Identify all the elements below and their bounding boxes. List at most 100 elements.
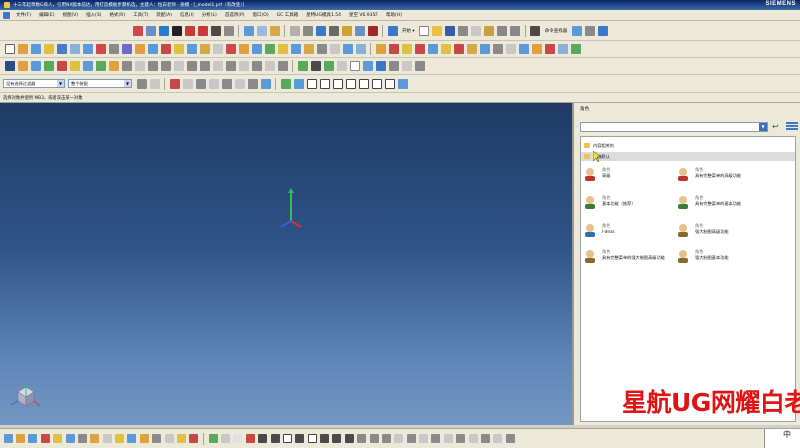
cut-icon[interactable] (458, 25, 469, 36)
dimension-icon[interactable] (468, 434, 478, 443)
pattern-sketch-icon[interactable] (419, 434, 429, 443)
trimmed-sheet-icon[interactable] (173, 61, 184, 71)
hole-icon[interactable] (43, 44, 54, 54)
fillet-chain-icon[interactable] (443, 434, 453, 443)
bounded-plane-icon[interactable] (134, 61, 145, 71)
through-curves-icon[interactable] (69, 61, 80, 71)
label-chamfer-icon[interactable] (557, 44, 568, 54)
view-icon[interactable] (132, 25, 143, 36)
mirror-icon[interactable] (303, 44, 314, 54)
split-body-icon[interactable] (186, 44, 197, 54)
design-elements-icon[interactable] (189, 434, 199, 443)
undo-icon[interactable] (497, 25, 508, 36)
edge-blend-icon[interactable] (199, 44, 210, 54)
matching-edge-icon[interactable] (264, 61, 275, 71)
wave-link-icon[interactable] (102, 434, 112, 443)
delete-face-icon[interactable] (401, 44, 412, 54)
ruled-icon[interactable] (56, 61, 67, 71)
datum-plane-icon[interactable] (30, 61, 41, 71)
paste-icon[interactable] (484, 25, 495, 36)
paste-face-icon[interactable] (453, 44, 464, 54)
render-icon[interactable] (184, 25, 195, 36)
reset-filters-icon[interactable] (149, 78, 160, 89)
quick-extend-icon[interactable] (369, 434, 379, 443)
wcs-icon[interactable] (243, 25, 254, 36)
menu-preferences[interactable]: 首选项(P) (221, 12, 249, 18)
make-corner-icon[interactable] (381, 434, 391, 443)
replace-component-icon[interactable] (127, 434, 137, 443)
sketch-rectangle-icon[interactable] (307, 434, 317, 443)
extrude-icon[interactable] (17, 44, 28, 54)
layer-icon[interactable] (223, 25, 234, 36)
datum-csys-icon[interactable] (4, 61, 15, 71)
role-search-dropdown[interactable]: ▼ (580, 122, 768, 132)
mirror-assembly-icon[interactable] (53, 434, 63, 443)
shaded-icon[interactable] (171, 25, 182, 36)
studio-surface-icon[interactable] (147, 61, 158, 71)
exploded-views-icon[interactable] (77, 434, 87, 443)
product-interface-icon[interactable] (176, 434, 186, 443)
variational-sweep-icon[interactable] (108, 61, 119, 71)
start-menu-button[interactable]: 开始 ▾ (402, 28, 415, 34)
general-selection-filter-icon[interactable] (136, 78, 147, 89)
boss-icon[interactable] (56, 44, 67, 54)
menu-edit[interactable]: 编辑(E) (35, 12, 58, 18)
back-arrow-icon[interactable]: ↩ (772, 123, 779, 131)
pocket-icon[interactable] (69, 44, 80, 54)
move-component-icon[interactable] (40, 434, 50, 443)
sketch-constraint-icon[interactable] (208, 434, 218, 443)
menu-gc-toolkit[interactable]: GC 工具箱 (273, 12, 303, 18)
trim-body-icon[interactable] (173, 44, 184, 54)
n-sided-icon[interactable] (121, 61, 132, 71)
sketch-spline-icon[interactable] (344, 434, 354, 443)
menu-help[interactable]: 帮助(H) (382, 12, 406, 18)
law-extension-icon[interactable] (199, 61, 210, 71)
menu-view[interactable]: 视图(V) (58, 12, 82, 18)
menu-file[interactable]: 文件(F) (12, 12, 35, 18)
move-icon[interactable] (269, 25, 280, 36)
type-filter-dropdown[interactable]: 没有选择过滤器 ▼ (3, 79, 65, 88)
mirror-face-icon[interactable] (466, 44, 477, 54)
customize-icon[interactable] (584, 25, 595, 36)
copy-face-icon[interactable] (427, 44, 438, 54)
info-icon[interactable] (315, 25, 326, 36)
sketch-polygon-icon[interactable] (320, 434, 330, 443)
untrim-icon[interactable] (212, 61, 223, 71)
derived-line-icon[interactable] (431, 434, 441, 443)
feature-curves-icon[interactable] (195, 78, 206, 89)
grid-snap-icon[interactable] (221, 434, 231, 443)
bridge-curve-icon[interactable] (388, 61, 399, 71)
section-icon[interactable] (210, 25, 221, 36)
measure-icon[interactable] (302, 25, 313, 36)
thicken-icon[interactable] (251, 44, 262, 54)
snap-icon[interactable] (289, 25, 300, 36)
cut-face-icon[interactable] (440, 44, 451, 54)
pad-icon[interactable] (82, 44, 93, 54)
help-icon[interactable] (597, 25, 608, 36)
new-parent-icon[interactable] (139, 434, 149, 443)
subtract-icon[interactable] (147, 44, 158, 54)
orient-icon[interactable] (256, 25, 267, 36)
open-file-icon[interactable] (432, 25, 443, 36)
point-icon[interactable] (17, 61, 28, 71)
constraint-icon[interactable] (28, 434, 38, 443)
constrain-face-icon[interactable] (544, 44, 555, 54)
role-advanced[interactable]: 角色 高级 (583, 167, 683, 191)
list-view-icon[interactable] (786, 122, 798, 132)
sketch-point-icon[interactable] (332, 434, 342, 443)
menu-analysis[interactable]: 分析(L) (198, 12, 221, 18)
menu-xingkong[interactable]: 星空 V6.935F (345, 12, 382, 18)
patch-icon[interactable] (342, 44, 353, 54)
snap-existing-icon[interactable] (384, 78, 395, 89)
assembly-icon[interactable] (3, 434, 13, 443)
intersection-curve-icon[interactable] (414, 61, 425, 71)
curve-rule-icon[interactable] (221, 78, 232, 89)
redo-icon[interactable] (510, 25, 521, 36)
arc-icon[interactable] (310, 61, 321, 71)
shell-icon[interactable] (238, 44, 249, 54)
delete-icon[interactable] (367, 25, 378, 36)
rotate-icon[interactable] (145, 25, 156, 36)
deformable-icon[interactable] (152, 434, 162, 443)
graphics-window[interactable] (0, 103, 572, 425)
sketch-fillet-icon[interactable] (295, 434, 305, 443)
